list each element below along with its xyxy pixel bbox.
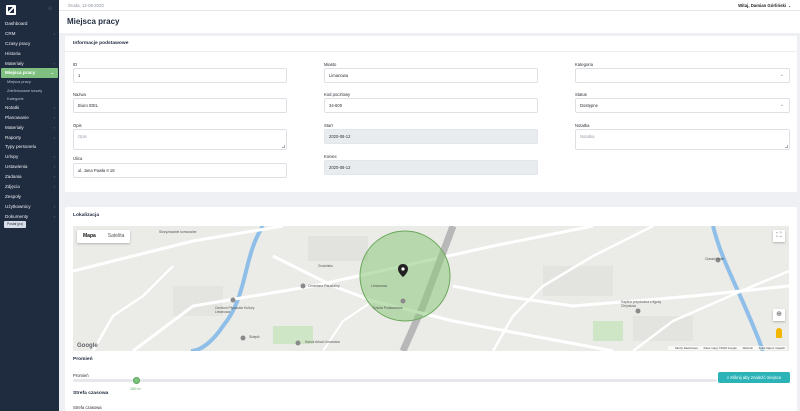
notatka-textarea[interactable]: Notatka [575,129,790,150]
miasto-label: Miasto [324,62,337,67]
terms-link[interactable]: Warunki [743,346,753,350]
miasto-field[interactable]: Limanowa [324,68,538,83]
map-label: Sklepik [249,335,260,339]
map-canvas[interactable] [73,226,789,351]
sidebar-subitem-miejsca-pracy[interactable]: Miejsca pracy [0,78,59,86]
map-type-tabs: Mapa Satelita [77,230,131,243]
map-label: Classic Hotel [705,257,725,261]
sidebar-item-ustawienia[interactable]: Ustawienia › [0,162,59,172]
user-menu[interactable]: Witaj, Damian Górliński ⌄ [738,3,791,8]
opis-textarea[interactable]: Opis [73,129,287,150]
app-logo[interactable] [6,5,16,15]
nazwa-label: Nazwa [73,92,86,97]
current-date: Środa, 12-08-2020 [68,3,104,8]
google-logo: Google [77,343,98,349]
chevron-right-icon: › [53,60,55,66]
resize-grip-icon[interactable] [785,145,788,148]
sidebar-item-materialy[interactable]: Materiały › [0,59,59,69]
map[interactable]: Limanowa Cmentarz Parafialny Centrum Pły… [73,226,789,351]
radius-label: Promień [73,373,89,378]
sidebar-nav: Dashboard CRM › Czasy pracy Historia Mate… [0,19,59,222]
status-label: Status [575,92,587,97]
location-card: Lokalizacja Limanowa Cmentarz Parafialny… [65,207,797,411]
kategoria-label: Kategoria [575,62,593,67]
chevron-down-icon: ⌄ [779,102,784,108]
timezone-section-title: Strefa czasowa [73,391,109,396]
kategoria-select[interactable]: ⌄ [575,68,790,83]
map-label: Grodzisko [318,264,333,268]
kod-pocztowy-field[interactable]: 34-600 [324,98,538,113]
tab-map[interactable]: Mapa [77,230,102,243]
chevron-down-icon: ⌄ [788,4,791,8]
report-error-link[interactable]: Zgłoś błąd w mapach [759,346,785,350]
map-label: Centrum Pływackie Kultury Limanowa [215,306,255,314]
page-header: Miejsca pracy [59,11,800,33]
start-field: 2020-08-12 [324,129,538,144]
map-data-text: Dane mapy ©2020 Google [703,346,737,350]
chevron-down-icon: ⌄ [50,70,54,76]
timezone-label: Strefa czasowa [73,405,102,410]
nazwa-field[interactable]: Biuro IDEL [73,98,287,113]
id-label: ID [73,62,78,67]
fullscreen-icon[interactable]: ⛶ [773,230,785,242]
sidebar-item-miejsca-pracy[interactable]: Miejsca pracy ⌄ [1,68,58,79]
sidebar: 〈〈 Dashboard CRM › Czasy pracy Historia M… [0,0,59,411]
sidebar-item-notatki[interactable]: Notatki › [0,103,59,113]
card-title: Lokalizacja [73,213,100,218]
basic-info-card: Informacje podstawowe ID 1 Nazwa Biuro I… [65,36,797,192]
tab-satellite[interactable]: Satelita [102,230,131,243]
sidebar-item-planowanie[interactable]: Planowanie › [0,113,59,123]
map-label: Szkoła Podstawowa [373,306,403,310]
sidebar-item-historia[interactable]: Historia [0,49,59,59]
locate-icon[interactable]: ⊕ [773,309,785,321]
radius-slider-track[interactable] [73,379,717,382]
sidebar-small-button[interactable]: Posłał (po) [4,221,27,228]
map-label: Limanowa [371,284,387,288]
map-label: Kaplica przydrożna z figurą Chrystusa [621,300,661,308]
start-label: Start [324,123,333,128]
sidebar-subitem-zdefiniowane-koszty[interactable]: Zdefiniowane koszty [0,87,59,95]
notatka-label: Notatka [575,123,590,128]
chevron-right-icon: › [53,30,55,36]
status-select[interactable]: Dostępne ⌄ [575,98,790,113]
topbar: Środa, 12-08-2020 Witaj, Damian Górlińsk… [59,0,800,11]
map-label: Skrzyżowanie komunalne [159,230,197,234]
sidebar-item-raporty[interactable]: Raporty › [0,133,59,143]
map-label: Sanok Arkad Limanowa [305,340,340,344]
chevron-down-icon: ⌄ [779,72,784,78]
sidebar-item-dashboard[interactable]: Dashboard [0,19,59,29]
map-footer: Skróty klawiszowe Dane mapy ©2020 Google… [668,346,787,350]
ulica-label: Ulica [73,156,83,161]
radius-slider-thumb[interactable] [133,377,140,384]
radius-section-title: Promień [73,357,93,362]
card-title: Informacje podstawowe [73,41,129,46]
sidebar-item-zespoly[interactable]: Zespoły [0,192,59,202]
keyboard-shortcuts-link[interactable]: Skróty klawiszowe [675,346,698,350]
ulica-field[interactable]: ul. Jana Pawła II 18 [73,163,287,178]
sidebar-subitem-kategorie[interactable]: Kategorie [0,95,59,103]
page-title: Miejsca pracy [67,17,120,26]
map-label: Cmentarz Parafialny [308,284,340,288]
find-place-button[interactable]: ⌕ Kliknij aby znaleźć miejsce [718,372,790,383]
opis-label: Opis [73,123,82,128]
sidebar-item-czasy-pracy[interactable]: Czasy pracy [0,39,59,49]
sidebar-item-crm[interactable]: CRM › [0,29,59,39]
sidebar-item-uzytkownicy[interactable]: Użytkownicy › [0,202,59,212]
sidebar-item-materialy-2[interactable]: Materiały › [0,123,59,133]
koniec-label: Koniec [324,154,337,159]
pegman-icon[interactable] [776,328,782,338]
collapse-icon[interactable]: 〈〈 [46,6,52,12]
kod-label: Kod pocztowy [324,92,351,97]
id-field[interactable]: 1 [73,68,287,83]
divider [65,51,797,52]
sidebar-item-typy-personelu[interactable]: Typy personelu [0,142,59,152]
koniec-field: 2020-08-12 [324,160,538,175]
sidebar-item-zdjecia[interactable]: Zdjęcia › [0,182,59,192]
resize-grip-icon[interactable] [282,145,285,148]
sidebar-item-urlopy[interactable]: Urlopy › [0,152,59,162]
sidebar-item-zadania[interactable]: Zadania › [0,172,59,182]
radius-value: 150 m [130,387,141,391]
